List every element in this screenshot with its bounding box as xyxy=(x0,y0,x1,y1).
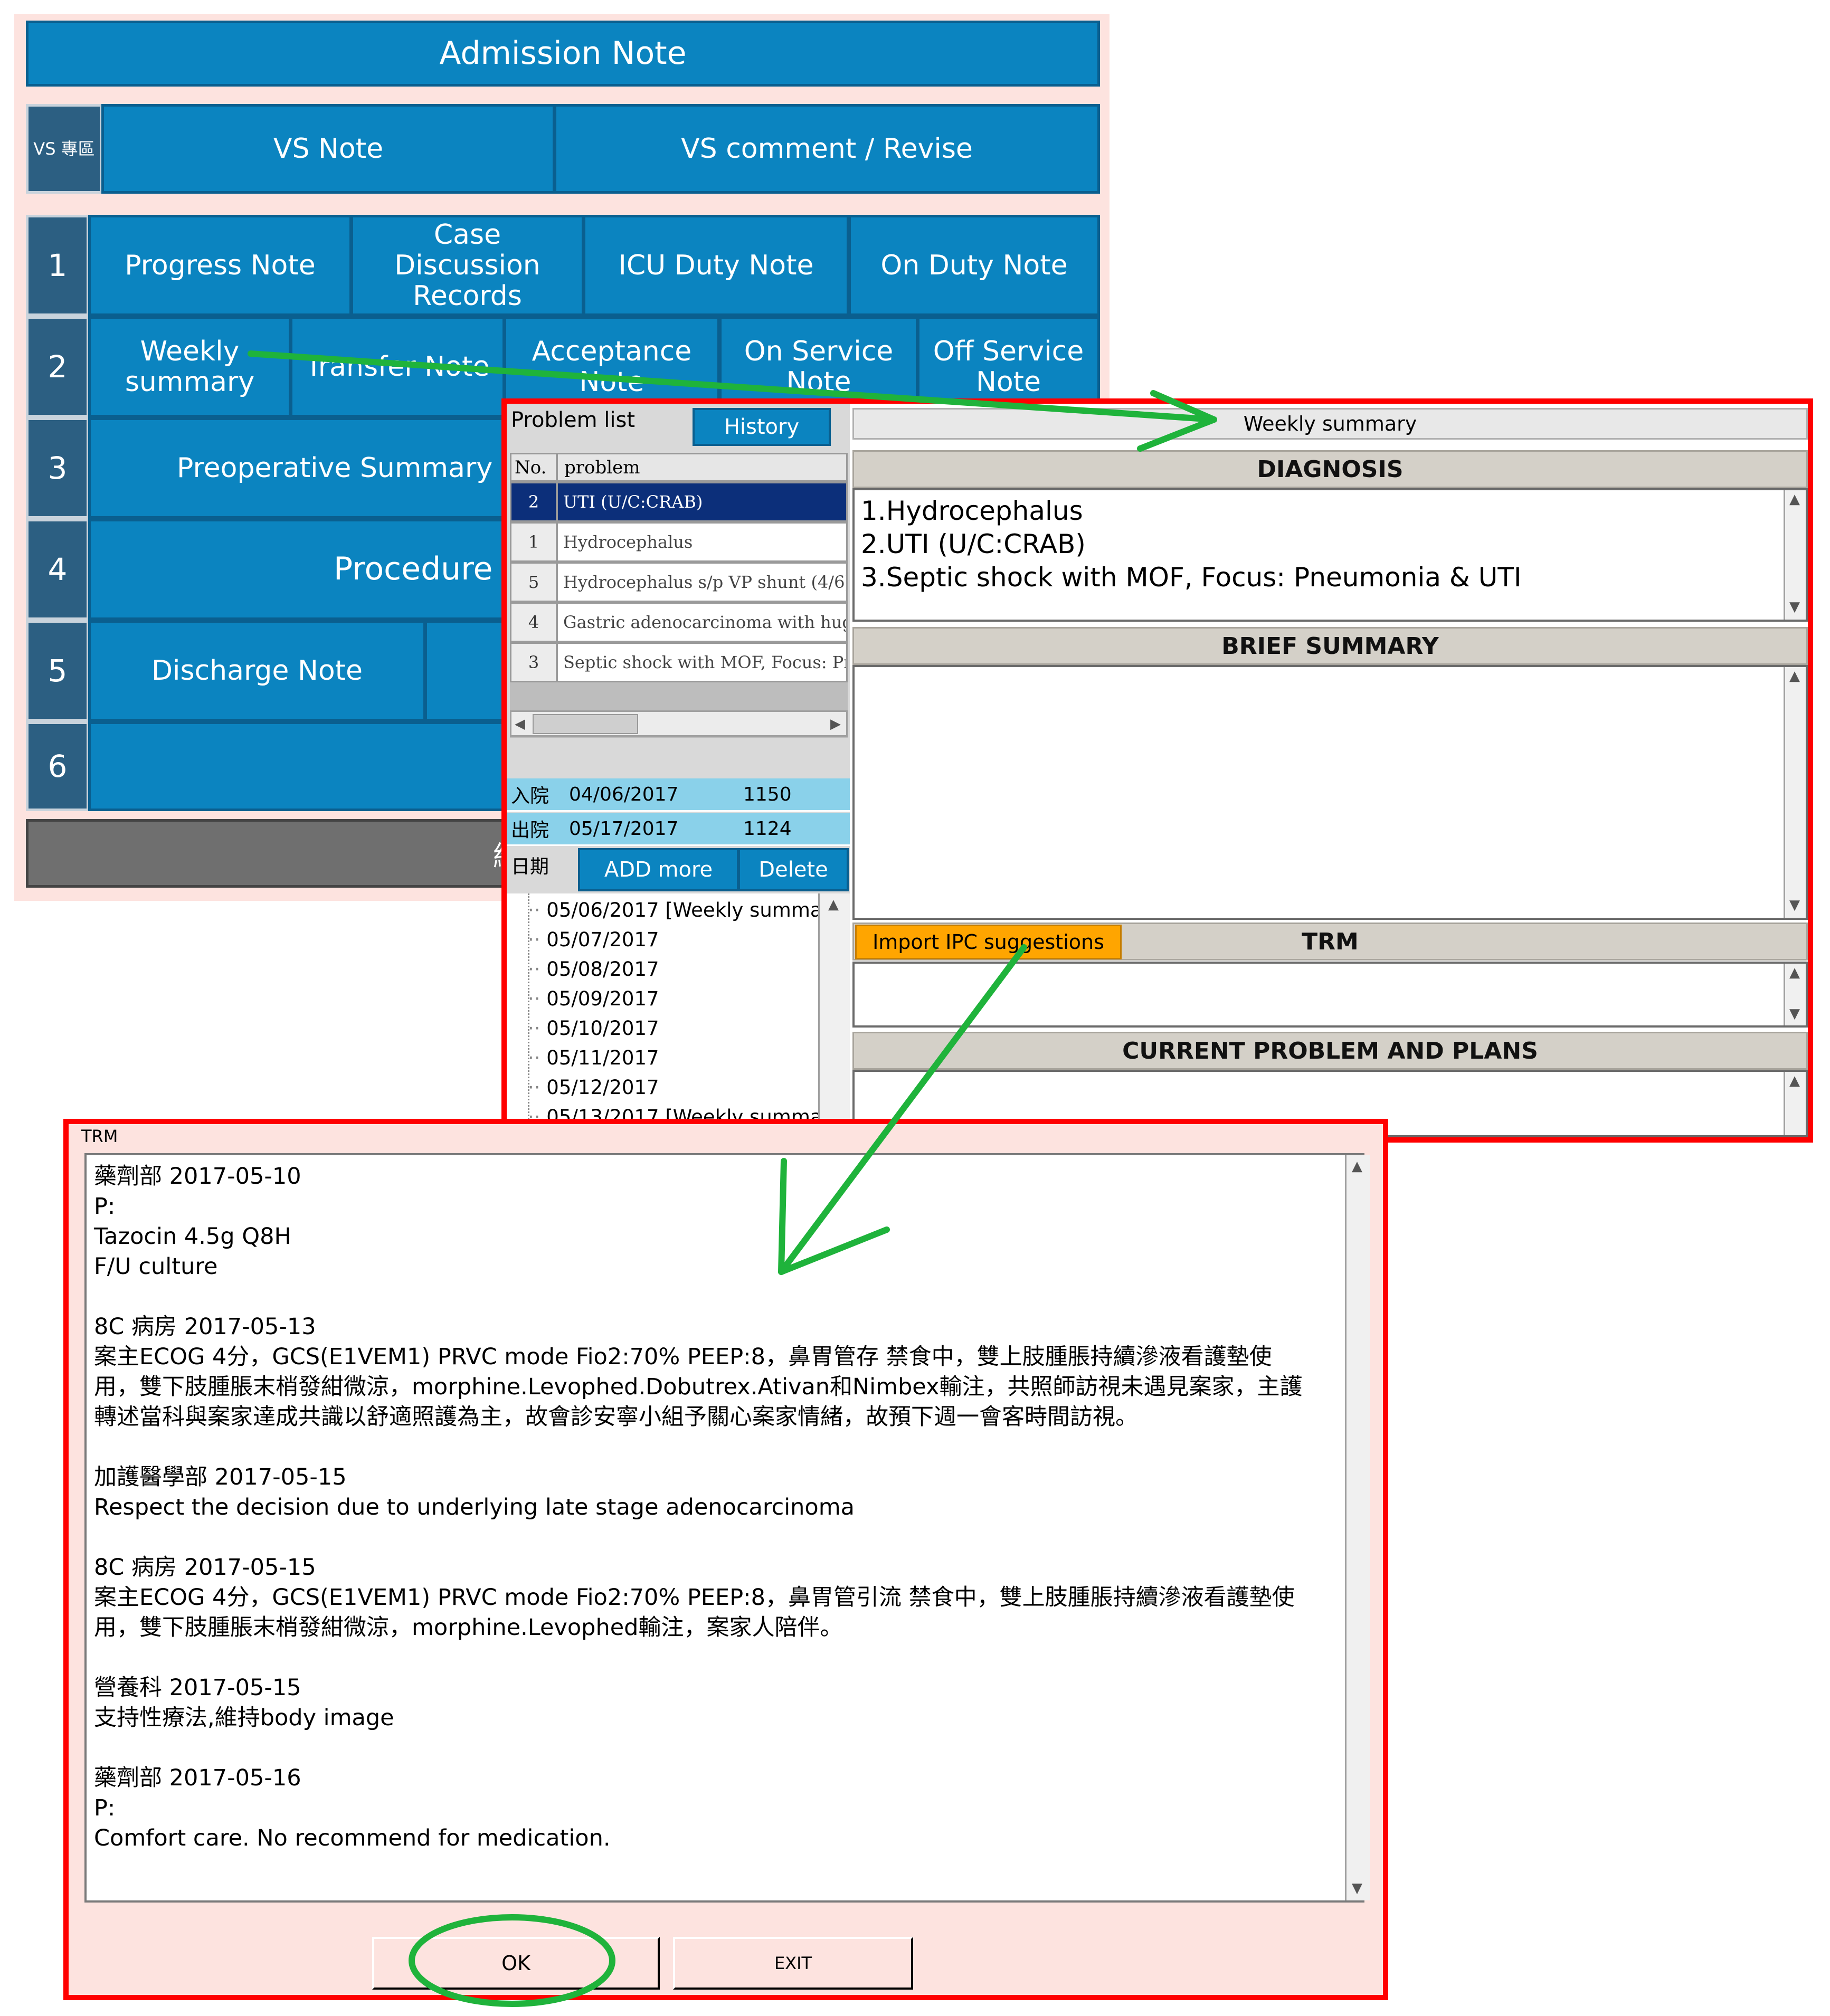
annotation-arrow-head xyxy=(1137,390,1217,452)
ok-highlight-circle xyxy=(409,1914,615,2007)
annotation-arrow-line xyxy=(778,944,1027,1275)
annotation-overlay xyxy=(248,350,1217,2007)
annotation-arrow-line xyxy=(248,350,1217,423)
